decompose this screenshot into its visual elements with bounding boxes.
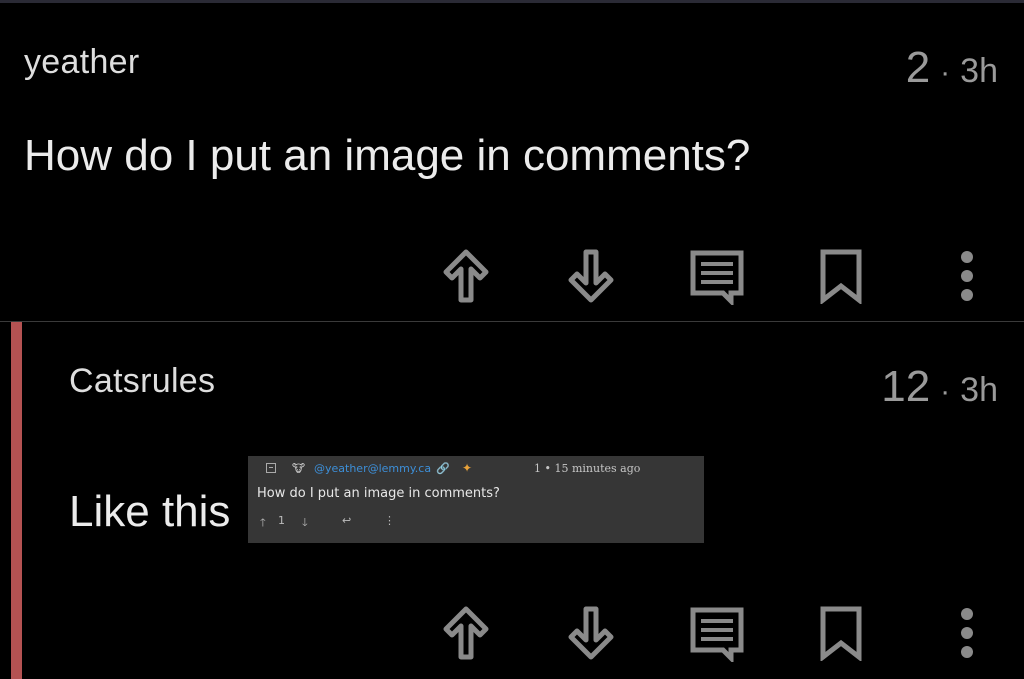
- bookmark-icon: [820, 249, 862, 304]
- meta-separator: ·: [940, 56, 951, 89]
- comment-icon: [690, 607, 744, 662]
- upvote-button[interactable]: [431, 241, 501, 311]
- bookmark-icon: [820, 606, 862, 661]
- comment-author[interactable]: yeather: [24, 43, 140, 82]
- reply-button[interactable]: [682, 598, 752, 668]
- more-vertical-icon: [961, 251, 973, 301]
- comment-icon: [690, 250, 744, 305]
- arrow-down-icon: [568, 606, 614, 660]
- more-vertical-icon: [961, 608, 973, 658]
- save-button[interactable]: [806, 598, 876, 668]
- upvote-button[interactable]: [431, 598, 501, 668]
- comment-meta: 12 · 3h: [881, 362, 998, 412]
- comment-age[interactable]: 3h: [960, 371, 998, 410]
- upvote-icon: 🡑: [260, 516, 266, 529]
- comment-age[interactable]: 3h: [960, 52, 998, 91]
- star-icon: ✦: [462, 461, 473, 475]
- arrow-up-icon: [443, 249, 489, 303]
- embed-username: @yeather@lemmy.ca: [314, 462, 432, 475]
- save-button[interactable]: [806, 241, 876, 311]
- comment-meta: 2 · 3h: [906, 43, 998, 93]
- comment-body: Like this: [69, 487, 231, 536]
- embed-meta: 1 • 15 minutes ago: [534, 462, 641, 475]
- meta-separator: ·: [940, 375, 951, 408]
- reply-button[interactable]: [682, 241, 752, 311]
- arrow-up-icon: [443, 606, 489, 660]
- comment-author[interactable]: Catsrules: [69, 362, 215, 401]
- downvote-icon: 🡓: [302, 516, 308, 529]
- comment-reply: Catsrules 12 · 3h Like this 🐮 @yeather@l…: [0, 322, 1024, 679]
- comment-actions: [0, 241, 1024, 311]
- comment-body: How do I put an image in comments?: [24, 131, 751, 180]
- more-button[interactable]: [932, 598, 1002, 668]
- more-icon: ⋮: [384, 514, 395, 527]
- downvote-button[interactable]: [556, 598, 626, 668]
- embedded-image[interactable]: 🐮 @yeather@lemmy.ca 🔗 ✦ 1 • 15 minutes a…: [248, 456, 704, 543]
- downvote-button[interactable]: [556, 241, 626, 311]
- embed-header: 🐮 @yeather@lemmy.ca 🔗 ✦ 1 • 15 minutes a…: [260, 461, 692, 476]
- more-button[interactable]: [932, 241, 1002, 311]
- comment-post: yeather 2 · 3h How do I put an image in …: [0, 3, 1024, 321]
- embed-upvote-count: 1: [278, 514, 285, 527]
- reply-icon: ↩: [342, 514, 352, 527]
- arrow-down-icon: [568, 249, 614, 303]
- avatar-icon: 🐮: [292, 462, 306, 475]
- link-icon: 🔗: [436, 462, 450, 475]
- collapse-icon: [266, 463, 276, 473]
- comment-actions: [0, 598, 1024, 668]
- comment-score: 12: [881, 362, 931, 411]
- embed-text: How do I put an image in comments?: [257, 486, 500, 501]
- comment-score: 2: [905, 43, 931, 92]
